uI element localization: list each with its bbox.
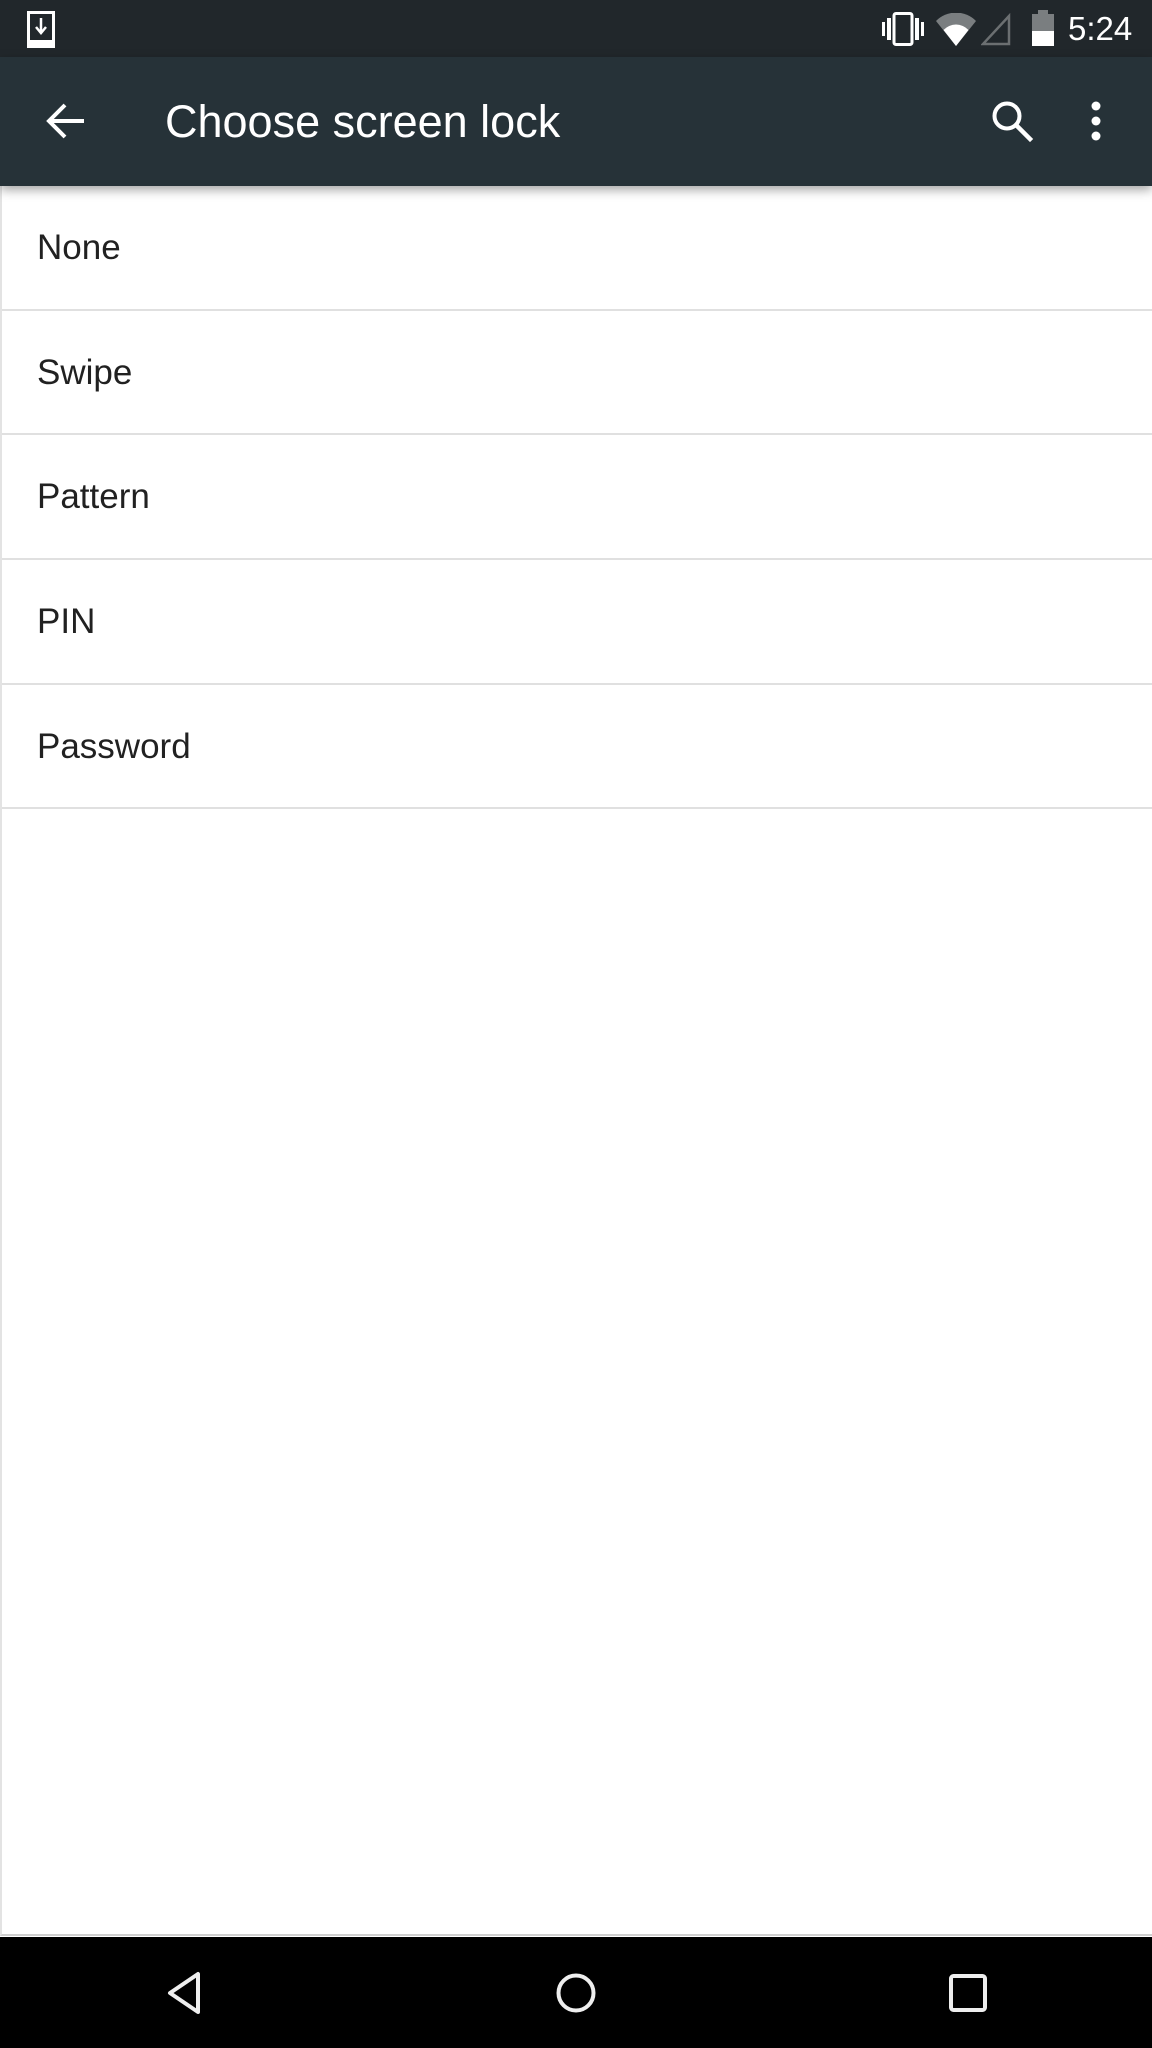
- nav-recents-button[interactable]: [913, 1951, 1023, 2035]
- option-label: Password: [37, 726, 191, 766]
- status-time: 5:24: [1068, 10, 1133, 47]
- wifi-icon: [936, 13, 976, 46]
- option-none[interactable]: None: [2, 186, 1152, 311]
- app-bar: Choose screen lock: [0, 57, 1152, 186]
- more-vert-icon: [1091, 101, 1101, 141]
- options-list: None Swipe Pattern PIN Password: [2, 186, 1152, 810]
- cell-signal-icon: [981, 13, 1011, 46]
- download-notification-icon: [27, 11, 55, 48]
- option-pin[interactable]: PIN: [2, 560, 1152, 685]
- search-icon: [992, 101, 1034, 143]
- option-swipe[interactable]: Swipe: [2, 311, 1152, 436]
- nav-home-icon: [556, 1973, 596, 2013]
- vibrate-icon: [882, 12, 924, 46]
- page-title: Choose screen lock: [165, 96, 561, 147]
- screen-lock-options: None Swipe Pattern PIN Password: [0, 186, 1152, 1936]
- battery-icon: [1032, 10, 1054, 46]
- search-button[interactable]: [970, 79, 1054, 163]
- arrow-back-icon: [46, 103, 84, 139]
- nav-home-button[interactable]: [521, 1951, 631, 2035]
- nav-back-button[interactable]: [129, 1951, 239, 2035]
- nav-back-icon: [168, 1972, 200, 2014]
- more-options-button[interactable]: [1066, 79, 1126, 163]
- navigation-bar: [0, 1937, 1152, 2048]
- option-label: Swipe: [37, 352, 133, 392]
- nav-recents-icon: [949, 1974, 987, 2012]
- option-pattern[interactable]: Pattern: [2, 435, 1152, 561]
- option-label: PIN: [37, 602, 96, 642]
- status-bar: 5:24: [0, 0, 1152, 57]
- option-password[interactable]: Password: [2, 685, 1152, 810]
- screen: 5:24 Choose screen lock None Swipe Patte…: [0, 0, 1152, 2048]
- option-label: None: [37, 228, 121, 267]
- option-label: Pattern: [37, 477, 150, 517]
- back-button[interactable]: [24, 79, 108, 163]
